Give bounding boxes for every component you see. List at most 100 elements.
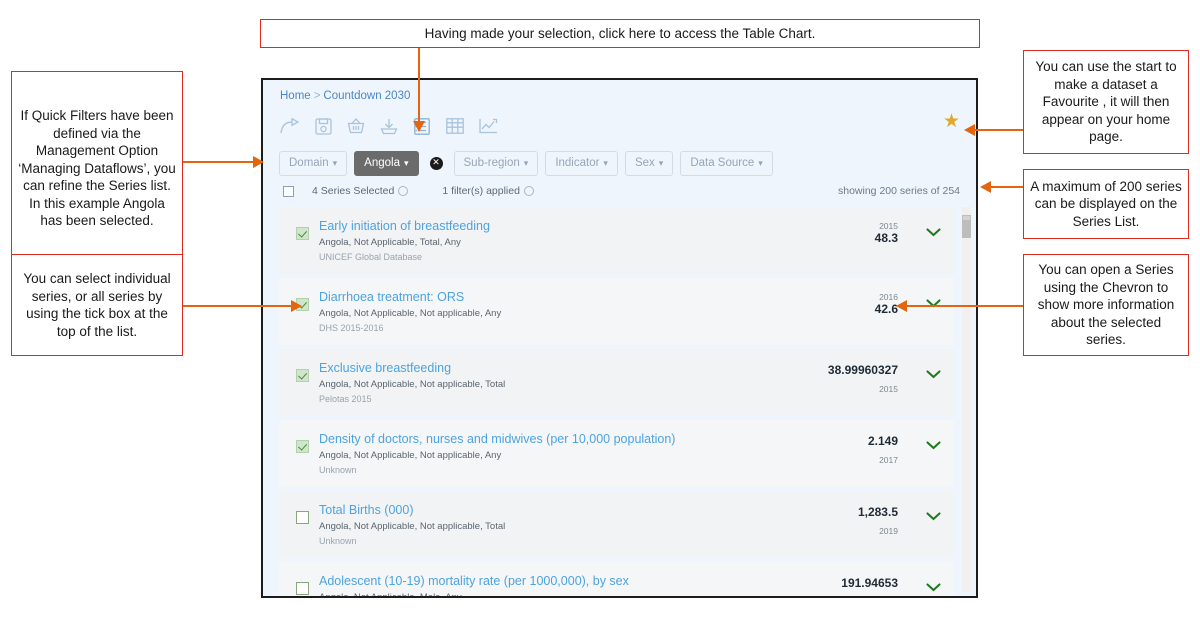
- info-icon-series-selected[interactable]: [398, 186, 409, 196]
- row-checkbox[interactable]: [296, 582, 309, 595]
- table-row[interactable]: Density of doctors, nurses and midwives …: [279, 420, 954, 487]
- arrow-right-mid: [980, 181, 991, 193]
- filter-chip-sub-region-label: Sub-region: [463, 157, 520, 169]
- series-value-block: 191.94653 2016: [748, 573, 912, 596]
- table-row[interactable]: Diarrhoea treatment: ORS Angola, Not App…: [279, 278, 954, 345]
- basket-icon[interactable]: [345, 115, 367, 137]
- series-year: 2015: [879, 221, 898, 231]
- series-value: 48.3: [874, 231, 898, 245]
- connector-right-top: [973, 129, 1023, 131]
- arrow-top: [413, 121, 425, 132]
- info-icon-filters-applied[interactable]: [523, 186, 534, 196]
- filter-chip-sex-label: Sex: [634, 157, 655, 169]
- filters-applied-label: 1 filter(s) applied: [442, 185, 520, 197]
- chevron-down-icon: ▾: [403, 158, 409, 168]
- series-selected-label: 4 Series Selected: [312, 185, 395, 197]
- connector-top: [418, 48, 420, 126]
- series-info: Exclusive breastfeeding Angola, Not Appl…: [319, 360, 748, 405]
- series-title[interactable]: Exclusive breastfeeding: [319, 361, 748, 376]
- scrollbar-thumb[interactable]: [962, 215, 971, 238]
- series-value: 1,283.5: [857, 505, 898, 519]
- filter-chip-angola[interactable]: Angola ▾: [354, 151, 419, 176]
- callout-left-bottom: You can select individual series, or all…: [11, 254, 183, 356]
- table-row[interactable]: Adolescent (10-19) mortality rate (per 1…: [279, 562, 954, 598]
- row-checkbox[interactable]: [296, 369, 309, 382]
- favourite-star-icon[interactable]: ★: [943, 112, 960, 131]
- series-dimensions: Angola, Not Applicable, Total, Any: [319, 237, 461, 248]
- filter-chip-domain-label: Domain: [289, 157, 329, 169]
- table-row[interactable]: Exclusive breastfeeding Angola, Not Appl…: [279, 349, 954, 416]
- app-window: Home > Countdown 2030 ★ Domain ▾ Angola …: [261, 78, 978, 598]
- row-checkbox[interactable]: [296, 511, 309, 524]
- filter-chip-indicator[interactable]: Indicator ▾: [545, 151, 618, 176]
- row-checkbox[interactable]: [296, 227, 309, 240]
- series-value-block: 2.149 2017: [748, 431, 912, 467]
- series-title[interactable]: Density of doctors, nurses and midwives …: [319, 432, 748, 447]
- series-year: 2016: [879, 292, 898, 302]
- filter-chip-data-source[interactable]: Data Source ▾: [680, 151, 773, 176]
- filter-chip-domain[interactable]: Domain ▾: [279, 151, 348, 176]
- series-value: 191.94653: [841, 576, 898, 590]
- line-chart-icon[interactable]: [477, 115, 499, 137]
- table-chart-icon[interactable]: [444, 115, 466, 137]
- series-dimensions: Angola, Not Applicable, Not applicable, …: [319, 450, 502, 461]
- series-title[interactable]: Diarrhoea treatment: ORS: [319, 290, 748, 305]
- series-title[interactable]: Early initiation of breastfeeding: [319, 219, 748, 234]
- connector-right-bottom: [905, 305, 1023, 307]
- save-icon[interactable]: [312, 115, 334, 137]
- clear-filter-button[interactable]: ✕: [429, 157, 443, 170]
- filter-chip-row: Domain ▾ Angola ▾ ✕ Sub-region ▾ Indicator ▾…: [263, 141, 976, 176]
- filter-chip-angola-label: Angola: [364, 157, 400, 169]
- callout-right-mid: A maximum of 200 series can be displayed…: [1023, 169, 1189, 239]
- expand-chevron-icon[interactable]: [912, 431, 954, 455]
- series-year: 2016: [748, 590, 898, 596]
- breadcrumb: Home > Countdown 2030: [263, 80, 976, 102]
- row-checkbox[interactable]: [296, 440, 309, 453]
- series-value-block: 38.99960327 2015: [748, 360, 912, 396]
- showing-count-label: showing 200 series of 254: [838, 185, 960, 197]
- download-icon[interactable]: [378, 115, 400, 137]
- expand-chevron-icon[interactable]: [912, 502, 954, 526]
- series-info: Early initiation of breastfeeding Angola…: [319, 218, 748, 263]
- series-source: Pelotas 2015: [319, 394, 372, 404]
- series-dimensions: Angola, Not Applicable, Male, Any: [319, 592, 462, 598]
- expand-chevron-icon[interactable]: [912, 360, 954, 384]
- selection-status-row: 4 Series Selected 1 filter(s) applied sh…: [263, 176, 976, 197]
- table-row[interactable]: Early initiation of breastfeeding Angola…: [279, 207, 954, 274]
- breadcrumb-separator: >: [313, 90, 321, 102]
- chevron-down-icon: ▾: [658, 158, 664, 168]
- series-list-scrollbar[interactable]: [962, 207, 971, 592]
- filter-chip-sub-region[interactable]: Sub-region ▾: [453, 151, 539, 176]
- breadcrumb-current[interactable]: Countdown 2030: [323, 90, 410, 102]
- filter-chip-data-source-label: Data Source: [690, 157, 755, 169]
- share-icon[interactable]: [279, 115, 301, 137]
- select-all-checkbox[interactable]: [283, 185, 294, 197]
- series-title[interactable]: Total Births (000): [319, 503, 748, 518]
- callout-right-top-text: You can use the start to make a dataset …: [1035, 59, 1177, 145]
- series-value-block: 2016 42.6: [748, 289, 912, 316]
- series-value: 38.99960327: [827, 363, 898, 377]
- series-dimensions: Angola, Not Applicable, Not applicable, …: [319, 521, 506, 532]
- series-value-block: 1,283.5 2019: [748, 502, 912, 538]
- series-source: Unknown: [319, 465, 357, 475]
- filter-chip-sex[interactable]: Sex ▾: [624, 151, 674, 176]
- series-value: 42.6: [874, 302, 898, 316]
- callout-right-bottom: You can open a Series using the Chevron …: [1023, 254, 1189, 356]
- expand-chevron-icon[interactable]: [912, 218, 954, 242]
- breadcrumb-home[interactable]: Home: [280, 90, 311, 102]
- series-source: Unknown: [319, 536, 357, 546]
- callout-top: Having made your selection, click here t…: [260, 19, 980, 48]
- series-info: Diarrhoea treatment: ORS Angola, Not App…: [319, 289, 748, 334]
- table-row[interactable]: Total Births (000) Angola, Not Applicabl…: [279, 491, 954, 558]
- arrow-right-top: [964, 124, 975, 136]
- series-dimensions: Angola, Not Applicable, Not applicable, …: [319, 308, 502, 319]
- series-dimensions: Angola, Not Applicable, Not applicable, …: [319, 379, 506, 390]
- toolbar: ★: [263, 102, 976, 141]
- expand-chevron-icon[interactable]: [912, 289, 954, 313]
- expand-chevron-icon[interactable]: [912, 573, 954, 596]
- series-list[interactable]: Early initiation of breastfeeding Angola…: [263, 207, 976, 596]
- series-title[interactable]: Adolescent (10-19) mortality rate (per 1…: [319, 574, 748, 589]
- callout-left-bottom-text: You can select individual series, or all…: [23, 271, 171, 339]
- series-year: 2015: [879, 384, 898, 394]
- connector-left-bottom: [183, 305, 293, 307]
